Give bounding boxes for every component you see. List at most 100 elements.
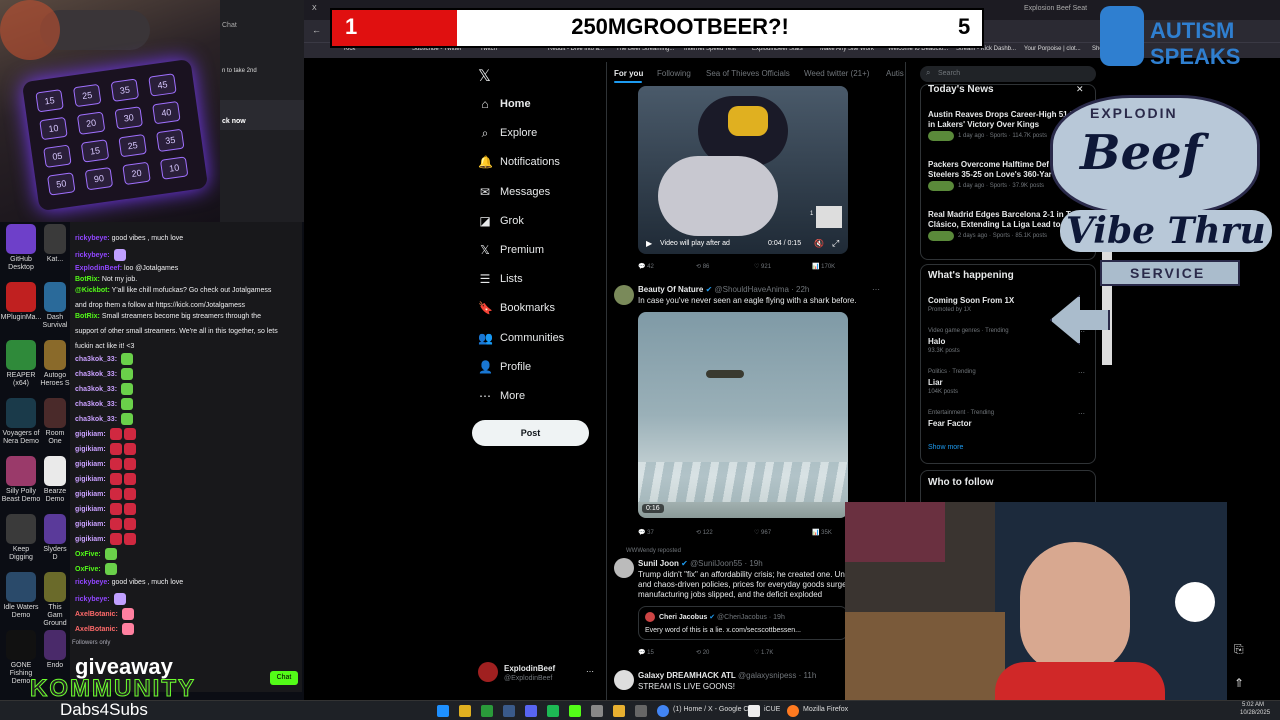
action-0[interactable]: 💬 37 xyxy=(638,529,654,536)
chat-username[interactable]: OxFive: xyxy=(75,566,101,573)
action-2[interactable]: ♡ 921 xyxy=(754,263,771,270)
post-button[interactable]: Post xyxy=(472,420,589,446)
chat-message[interactable]: gigikiam: xyxy=(75,518,136,530)
mute-icon[interactable]: 🔇 xyxy=(814,239,824,248)
chat-username[interactable]: cha3kok_33: xyxy=(75,371,117,378)
action-0[interactable]: 💬 42 xyxy=(638,263,654,270)
chat-message[interactable]: gigikiam: xyxy=(75,503,136,515)
video-thumbnail[interactable] xyxy=(816,206,842,228)
chat-username[interactable]: gigikiam: xyxy=(75,461,106,468)
xbox-icon[interactable] xyxy=(481,705,493,717)
tweet2-handle[interactable]: @ShouldHaveAnima · 22h xyxy=(715,285,810,294)
chat-message[interactable]: gigikiam: xyxy=(75,443,136,455)
desktop-icon[interactable]: Slyders D xyxy=(40,514,70,562)
action-3[interactable]: 📊 35K xyxy=(812,529,832,536)
action-0[interactable]: 💬 15 xyxy=(638,649,654,656)
taskbar-firefox-label[interactable]: Mozilla Firefox xyxy=(803,706,848,713)
quote-tweet[interactable]: Cheri Jacobus ✔ @CheriJacobus · 19h Ever… xyxy=(638,606,848,640)
trend-label[interactable]: Coming Soon From 1X xyxy=(928,296,1014,305)
taskbar-chrome-label[interactable]: (1) Home / X - Google C xyxy=(673,706,748,713)
chrome-icon[interactable] xyxy=(657,705,669,717)
action-1[interactable]: ⟲ 86 xyxy=(696,263,709,270)
app-icon-2[interactable] xyxy=(635,705,647,717)
feed-tab[interactable]: For you xyxy=(614,69,643,78)
discord-icon[interactable] xyxy=(525,705,537,717)
icue-icon[interactable] xyxy=(748,705,760,717)
chat-username[interactable]: cha3kok_33: xyxy=(75,386,117,393)
tweet3-name[interactable]: Sunil Joon xyxy=(638,559,679,568)
chat-message[interactable]: and drop them a follow at https://kick.c… xyxy=(75,301,245,310)
nav-item-lists[interactable]: ☰ Lists xyxy=(478,272,523,286)
taskbar-icue-label[interactable]: iCUE xyxy=(764,706,780,713)
news-headline-2[interactable]: in Lakers' Victory Over Kings xyxy=(928,120,1039,129)
chat-send-button[interactable]: Chat xyxy=(270,671,298,685)
chat-message[interactable]: ExplodinBeef: loo @Jotalgames xyxy=(75,264,178,273)
chat-message[interactable]: OxFive: xyxy=(75,563,117,575)
nav-item-premium[interactable]: 𝕏 Premium xyxy=(478,243,544,257)
chat-message[interactable]: gigikiam: xyxy=(75,473,136,485)
account-avatar[interactable] xyxy=(478,662,498,682)
desktop-icon[interactable]: Dash Survival xyxy=(40,282,70,330)
start-icon[interactable] xyxy=(437,705,449,717)
chat-message[interactable]: gigikiam: xyxy=(75,458,136,470)
chat-message[interactable]: cha3kok_33: xyxy=(75,353,133,365)
nav-item-notifications[interactable]: 🔔 Notifications xyxy=(478,155,560,169)
chat-message[interactable]: rickybeye: xyxy=(75,593,126,605)
chat-username[interactable]: gigikiam: xyxy=(75,506,106,513)
chat-username[interactable]: cha3kok_33: xyxy=(75,356,117,363)
chat-message[interactable]: cha3kok_33: xyxy=(75,398,133,410)
desktop-icon[interactable]: Silly Polly Beast Demo xyxy=(0,456,42,504)
nav-item-bookmarks[interactable]: 🔖 Bookmarks xyxy=(478,301,555,315)
close-icon[interactable]: ✕ xyxy=(1076,84,1084,95)
chat-username[interactable]: rickybeye: xyxy=(75,579,110,586)
chat-username[interactable]: @Kickbot: xyxy=(75,287,110,294)
news-headline-2[interactable]: Steelers 35-25 on Love's 360-Yar xyxy=(928,170,1052,179)
chat-username[interactable]: rickybeye: xyxy=(75,596,110,603)
nav-item-communities[interactable]: 👥 Communities xyxy=(478,331,564,345)
chat-username[interactable]: gigikiam: xyxy=(75,431,106,438)
action-1[interactable]: ⟲ 20 xyxy=(696,649,709,656)
desktop-icon[interactable]: REAPER (x64) xyxy=(0,340,42,388)
trend-label[interactable]: Halo xyxy=(928,337,945,346)
tweet4-avatar[interactable] xyxy=(614,670,634,690)
chat-message[interactable]: cha3kok_33: xyxy=(75,368,133,380)
x-logo-icon[interactable]: 𝕏 xyxy=(478,66,491,86)
chat-message[interactable]: gigikiam: xyxy=(75,428,136,440)
chat-username[interactable]: rickybeye: xyxy=(75,252,110,259)
chat-message[interactable]: rickybeye: good vibes , much love xyxy=(75,578,183,587)
nav-item-more[interactable]: ⋯ More xyxy=(478,389,525,403)
trend-label[interactable]: Liar xyxy=(928,378,943,387)
back-arrow-icon[interactable]: ← xyxy=(312,25,321,35)
tweet2-avatar[interactable] xyxy=(614,285,634,305)
nav-item-grok[interactable]: ◪ Grok xyxy=(478,214,524,228)
chat-message[interactable]: BotRix: Small streamers become big strea… xyxy=(75,312,261,321)
chat-message[interactable]: OxFive: xyxy=(75,548,117,560)
desktop-icon[interactable]: Autogo Heroes S xyxy=(40,340,70,388)
firefox-icon[interactable] xyxy=(787,705,799,717)
chat-username[interactable]: BotRix: xyxy=(75,313,100,320)
action-1[interactable]: ⟲ 122 xyxy=(696,529,713,536)
video-player[interactable]: 1 ▶ Video will play after ad 0:04 / 0:15… xyxy=(638,86,848,254)
chat-message[interactable]: gigikiam: xyxy=(75,488,136,500)
chat-message[interactable]: support of other small streamers. We're … xyxy=(75,327,278,336)
desktop-icon[interactable]: GitHub Desktop xyxy=(0,224,42,272)
chat-username[interactable]: AxelBotanic: xyxy=(75,611,118,618)
tweet3-avatar[interactable] xyxy=(614,558,634,578)
feed-tab[interactable]: Following xyxy=(657,69,691,78)
trend-label[interactable]: Fear Factor xyxy=(928,419,972,428)
chat-message[interactable]: fuckin act like it! <3 xyxy=(75,342,134,351)
chat-message[interactable]: cha3kok_33: xyxy=(75,383,133,395)
obs-icon[interactable] xyxy=(591,705,603,717)
feed-tab[interactable]: Weed twitter (21+) xyxy=(804,69,869,78)
scroll-top-icon[interactable]: ⇑ xyxy=(1234,676,1244,690)
action-2[interactable]: ♡ 1.7K xyxy=(754,649,773,656)
chat-username[interactable]: AxelBotanic: xyxy=(75,626,118,633)
tweet2-video[interactable]: 0:16 xyxy=(638,312,848,518)
chat-username[interactable]: cha3kok_33: xyxy=(75,416,117,423)
chat-message[interactable]: rickybeye: xyxy=(75,249,126,261)
desktop-icon[interactable]: MPluginMa... xyxy=(0,282,42,322)
steam-icon[interactable] xyxy=(503,705,515,717)
feed-tab[interactable]: Sea of Thieves Officials xyxy=(706,69,790,78)
chat-message[interactable]: AxelBotanic: xyxy=(75,608,134,620)
action-2[interactable]: ♡ 967 xyxy=(754,529,771,536)
